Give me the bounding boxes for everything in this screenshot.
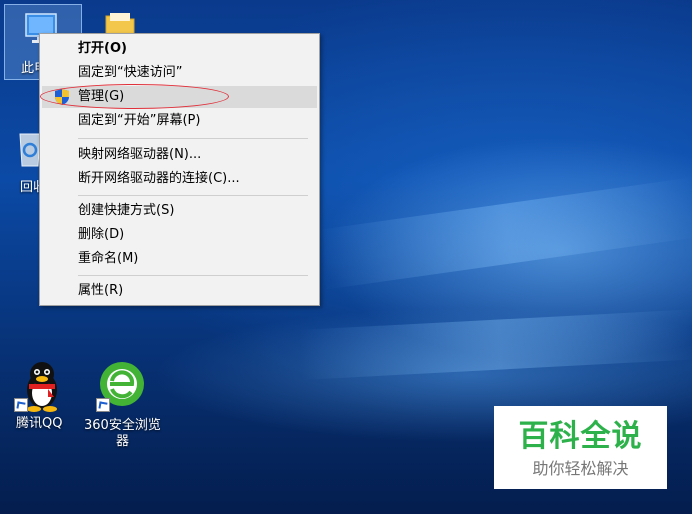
annotation-highlight-ellipse [40,84,229,109]
menu-item-create-shortcut[interactable]: 创建快捷方式(S) [42,200,317,222]
qq-desktop-icon[interactable]: 腾讯QQ [10,356,72,436]
menu-item-open[interactable]: 打开(O) [42,38,317,60]
menu-item-properties[interactable]: 属性(R) [42,280,317,302]
360-browser-label-line1: 360安全浏览 [84,418,161,433]
menu-item-pin-quick-access[interactable]: 固定到“快速访问” [42,62,317,84]
menu-item-label: 断开网络驱动器的连接(C)... [78,171,240,186]
menu-item-label: 固定到“快速访问” [78,65,183,80]
menu-item-label: 映射网络驱动器(N)... [78,147,202,162]
menu-item-label: 删除(D) [78,227,125,242]
shortcut-arrow-icon [14,398,28,412]
menu-item-map-network-drive[interactable]: 映射网络驱动器(N)... [42,144,317,166]
qq-label: 腾讯QQ [16,416,63,431]
menu-item-label: 重命名(M) [78,251,139,266]
menu-item-delete[interactable]: 删除(D) [42,224,317,246]
qq-penguin-icon [27,362,57,412]
shortcut-arrow-icon [96,398,110,412]
watermark-logo: 百科全说 助你轻松解决 [494,406,667,489]
menu-item-rename[interactable]: 重命名(M) [42,248,317,270]
wallpaper-light-beam [298,309,692,380]
wallpaper-light-beam [315,177,692,290]
context-menu: 打开(O) 固定到“快速访问” 管理(G) 固定到“开始”屏幕(P) 映射网络驱… [39,33,320,306]
menu-item-label: 固定到“开始”屏幕(P) [78,113,201,128]
menu-item-label: 打开(O) [78,41,127,56]
menu-separator [78,138,308,139]
menu-separator [78,275,308,276]
menu-item-label: 创建快捷方式(S) [78,203,175,218]
360-browser-desktop-icon[interactable]: 360安全浏览 器 [84,358,164,454]
menu-item-pin-start[interactable]: 固定到“开始”屏幕(P) [42,110,317,132]
menu-separator [78,195,308,196]
menu-item-disconnect-network-drive[interactable]: 断开网络驱动器的连接(C)... [42,168,317,190]
watermark-subtitle: 助你轻松解决 [532,459,629,478]
360-browser-label-line2: 器 [116,434,130,449]
watermark-title: 百科全说 [518,419,643,454]
menu-item-label: 属性(R) [78,283,124,298]
